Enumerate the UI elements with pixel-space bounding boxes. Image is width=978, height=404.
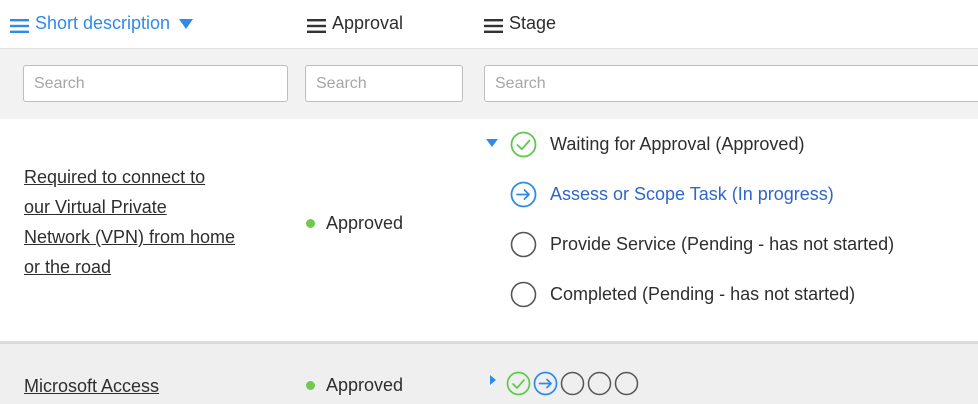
stage-summary[interactable] <box>506 371 641 396</box>
description-line[interactable]: our Virtual Private <box>24 197 167 217</box>
description-line[interactable]: Required to connect to <box>24 167 205 187</box>
stage-pending-circle-icon <box>587 371 612 396</box>
column-header-stage[interactable]: Stage <box>484 13 556 34</box>
short-description-search-input[interactable] <box>23 65 288 102</box>
stage-label: Waiting for Approval (Approved) <box>550 134 805 154</box>
column-label[interactable]: Stage <box>509 13 556 34</box>
expand-stages-icon[interactable] <box>490 375 496 385</box>
approved-status-dot-icon <box>306 381 315 390</box>
approval-search-input[interactable] <box>305 65 463 102</box>
description-line[interactable]: Microsoft Access <box>24 376 159 396</box>
stage-item: Provide Service (Pending - has not start… <box>510 231 894 258</box>
short-description-link[interactable]: Required to connect to our Virtual Priva… <box>24 162 235 282</box>
stage-in-progress-arrow-icon <box>510 181 537 208</box>
sort-descending-icon[interactable] <box>179 18 194 29</box>
stage-pending-circle-icon <box>510 281 537 308</box>
column-label[interactable]: Short description <box>35 13 170 34</box>
column-menu-icon[interactable] <box>10 17 29 33</box>
stage-in-progress-arrow-icon <box>533 371 558 396</box>
description-line[interactable]: Network (VPN) from home <box>24 227 235 247</box>
table-row: Required to connect to our Virtual Priva… <box>0 119 978 342</box>
column-menu-icon[interactable] <box>484 17 503 33</box>
stage-complete-check-icon <box>506 371 531 396</box>
stage-pending-circle-icon <box>560 371 585 396</box>
column-header-approval[interactable]: Approval <box>307 13 403 34</box>
stage-search-input[interactable] <box>484 65 978 102</box>
short-description-link[interactable]: Microsoft Access <box>24 371 159 401</box>
column-label[interactable]: Approval <box>332 13 403 34</box>
stage-label: Provide Service (Pending - has not start… <box>550 234 895 254</box>
approval-cell: Approved <box>306 375 403 396</box>
stage-label: Assess or Scope Task (In progress) <box>550 184 834 204</box>
stage-pending-circle-icon <box>510 231 537 258</box>
stage-item: Completed (Pending - has not started) <box>510 281 855 308</box>
list-header: Short description Approval Stage <box>0 0 978 48</box>
description-line[interactable]: or the road <box>24 257 111 277</box>
stage-complete-check-icon <box>510 131 537 158</box>
approval-value: Approved <box>326 375 404 395</box>
column-menu-icon[interactable] <box>307 17 326 33</box>
stage-item: Waiting for Approval (Approved) <box>510 131 804 158</box>
stage-label: Completed (Pending - has not started) <box>550 284 856 304</box>
search-row <box>0 48 978 120</box>
stage-pending-circle-icon <box>614 371 639 396</box>
column-header-short-description[interactable]: Short description <box>10 13 194 34</box>
approval-value: Approved <box>326 213 404 233</box>
table-row: Microsoft Access Approved <box>0 342 978 404</box>
collapse-stages-icon[interactable] <box>486 139 498 147</box>
approval-cell: Approved <box>306 213 403 234</box>
approved-status-dot-icon <box>306 219 315 228</box>
stage-item: Assess or Scope Task (In progress) <box>510 181 834 208</box>
